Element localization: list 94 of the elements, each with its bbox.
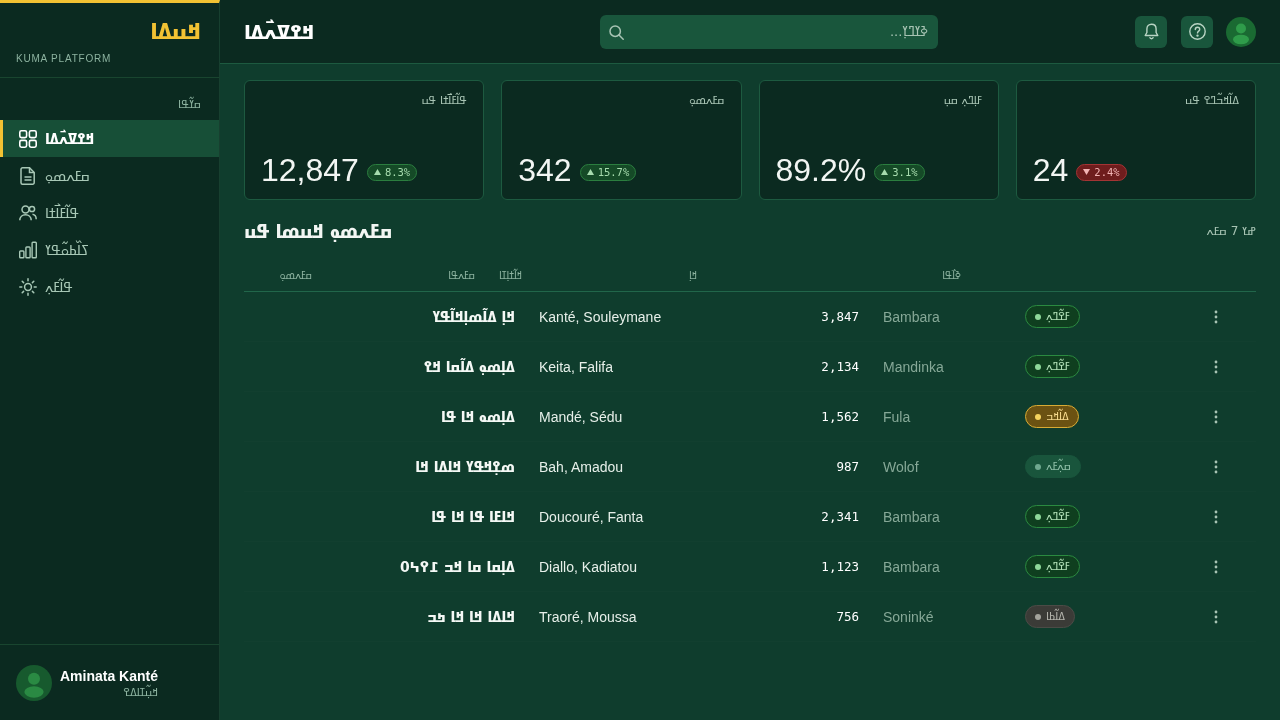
bar-chart-icon [19,240,37,259]
column-header: ߞߊ߲ [687,269,698,281]
column-header: ߛߓߍߟߊ [447,269,476,281]
status-label: ߛߍ߲߬ߓߍ [1046,460,1072,473]
author-name: Mandé, Sédu [538,408,624,425]
stat-value: 24 [1032,151,1069,189]
read-count: 1,123 [820,559,860,574]
language-name: Bambara [882,308,941,325]
triangle-up-icon [881,169,889,175]
sun-icon [19,277,37,296]
author-name: Traoré, Moussa [538,608,638,625]
more-icon[interactable] [1214,559,1218,574]
help-icon [1188,23,1206,40]
author-name: Kanté, Souleymane [538,308,663,325]
user-role: ߞߎ߲߬ߠߊߡߐ [123,686,159,700]
change-percent: 15.7% [597,166,630,178]
column-header: ߢߊ߯ߟߊ [941,269,962,281]
document-title: ߞߊ߲ ߡߊ߬ߘߊ߲ߞߊ߬ߟߌ [431,308,516,325]
section-label: ߛߌ߬ߟߊ [178,98,201,112]
more-icon[interactable] [1214,309,1218,324]
avatar-icon [16,665,52,701]
author-name: Diallo, Kadiatou [538,558,639,575]
status-label: ߡߊ߬ߕߊ [1046,610,1066,623]
stat-label: ߓߊ߲ߣߍ߲ ߛߎ߲ [943,94,982,108]
document-count: ߝߌ 7 ߛߓߍ [1206,224,1256,238]
search-icon [609,24,624,40]
document-title: ߡߊ߲ߛߊ ߛߊ ߞߏ ߁߉߆߀ [399,558,516,575]
status-label: ߓߐ߬ߣߍ߲ [1046,310,1070,323]
nav-label: ߟߊ߬ߓߍ߲ [45,278,74,295]
document-icon [19,166,37,185]
change-percent: 2.4% [1094,166,1120,178]
triangle-up-icon [586,169,594,175]
document-title: ߞߊߓߊ ߟߊ ߞߊ ߟߊ [430,508,516,525]
language-name: Bambara [882,508,941,525]
more-icon[interactable] [1214,459,1218,474]
read-count: 987 [835,459,860,474]
language-name: Fula [882,408,912,425]
column-header: ߛߓߍߘߋ߲ [278,269,313,281]
logo-text: ߞߎߡߊ [150,18,201,46]
read-count: 3,847 [820,309,860,324]
nav-item[interactable]: ߟߊ߬ߓߊ߯ߙߊ [0,194,219,231]
more-icon[interactable] [1214,409,1218,424]
nav-item[interactable]: ߞߐߜߍ߯ߡߊ [0,120,219,157]
read-count: 2,134 [820,359,860,374]
nav-label: ߞߐߜߍ߯ߡߊ [45,130,95,147]
triangle-down-icon [1083,169,1091,175]
users-icon [19,203,37,222]
more-icon[interactable] [1214,609,1218,624]
search-field[interactable]: ߢߌߣߌ߲... [600,14,938,49]
change-percent: 8.3% [384,166,411,178]
document-title: ߡߊ߲ߘߋ ߞߊ ߟߊ [440,408,516,425]
status-label: ߡߊ߬ߞߏ [1046,410,1069,423]
nav-item[interactable]: ߖߊ߰ߕߋ߬ߟߌ [0,231,219,268]
status-label: ߓߐ߬ߣߍ߲ [1046,560,1070,573]
section-title: ߛߓߍߘߋ߲ ߞߎߘߊ ߟߎ [244,220,393,242]
language-name: Soninké [882,608,935,625]
author-name: Doucouré, Fanta [538,508,645,525]
user-name: Aminata Kanté [60,667,159,684]
nav-item[interactable]: ߟߊ߬ߓߍ߲ [0,268,219,305]
author-name: Keita, Falifa [538,358,614,375]
stat-label: ߡߊ߬ߞߏ߬ߣߐ ߟߎ [1185,94,1239,108]
nav-label: ߖߊ߰ߕߋ߬ߟߌ [45,241,90,258]
language-name: Bambara [882,558,941,575]
nav-item[interactable]: ߛߓߍߘߋ߲ [0,157,219,194]
column-header: ߞߊ߬ߙߊ߲ߠߊ [498,269,524,281]
stat-value: 89.2% [775,151,867,189]
document-title: ߞߊߡߊ ߞߊ ߞߊ ߤߏ [426,608,516,625]
nav-label: ߛߓߍߘߋ߲ [45,167,90,184]
bell-icon [1142,23,1160,40]
notifications-button[interactable] [1135,15,1167,48]
change-percent: 3.1% [892,166,918,178]
stat-value: 12,847 [261,151,359,189]
document-title: ߘߐ߲ߞߟߌ ߞߊߡߊ ߞߊ [414,458,516,475]
grid-icon [19,129,37,148]
document-title: ߡߊ߲ߘߋ߲ ߡߊ߬ߛߊ ߞߐ [422,358,516,375]
more-icon[interactable] [1214,509,1218,524]
stat-label: ߛߓߍߘߋ߲ [689,94,725,108]
page-title: ߞߐߜߍ߯ߡߊ [244,19,315,44]
help-button[interactable] [1181,15,1213,48]
language-name: Mandinka [882,358,945,375]
read-count: 756 [835,609,860,624]
status-label: ߓߐ߬ߣߍ߲ [1046,510,1070,523]
logo-subtitle: KUMA PLATFORM [16,53,112,64]
read-count: 1,562 [820,409,860,424]
read-count: 2,341 [820,509,860,524]
stat-value: 342 [518,151,572,189]
triangle-up-icon [373,169,381,175]
stat-label: ߟߊ߬ߓߊ߯ߙߊ ߟߎ [421,94,468,108]
more-icon[interactable] [1214,359,1218,374]
language-name: Wolof [882,458,920,475]
nav-label: ߟߊ߬ߓߊ߯ߙߊ [45,204,80,221]
status-label: ߓߐ߬ߣߍ߲ [1046,360,1070,373]
avatar-icon[interactable] [1226,16,1256,47]
author-name: Bah, Amadou [538,458,625,475]
